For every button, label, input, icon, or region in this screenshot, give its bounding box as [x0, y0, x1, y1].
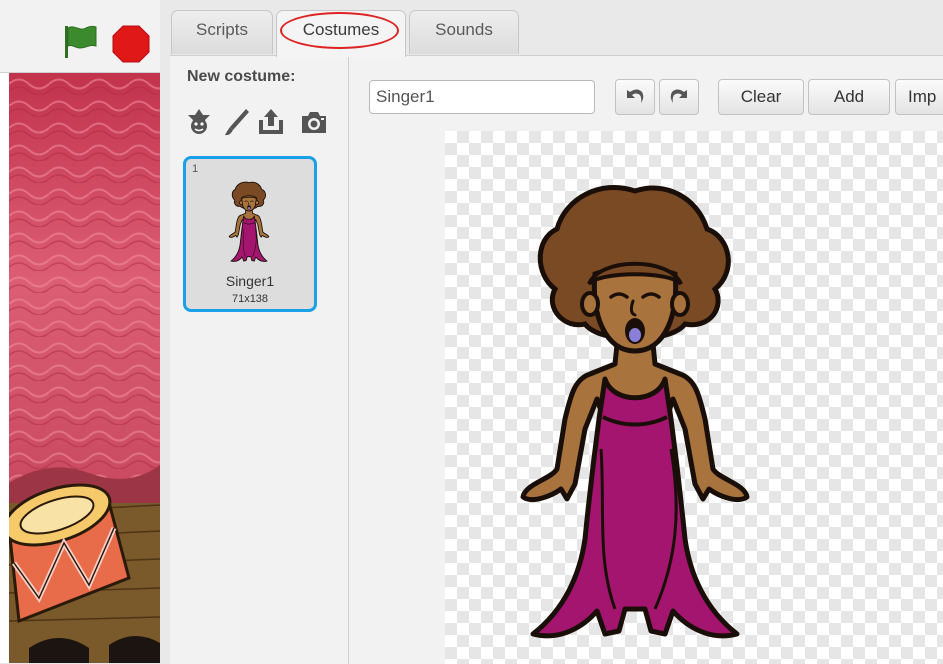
redo-button[interactable]: [659, 79, 699, 115]
redo-icon: [670, 89, 687, 103]
singer-thumbnail: [228, 181, 270, 262]
import-button[interactable]: Imp: [895, 79, 943, 115]
stage-toolbar: [0, 0, 160, 73]
singer-costume-image: [505, 179, 765, 647]
stop-sign-icon[interactable]: [112, 25, 150, 63]
clear-button[interactable]: Clear: [718, 79, 804, 115]
costume-item[interactable]: 1 Singer1 71x138: [183, 156, 317, 312]
paint-canvas[interactable]: [445, 131, 943, 664]
undo-button[interactable]: [615, 79, 655, 115]
choose-costume-from-library-icon[interactable]: [183, 106, 215, 138]
costume-name-field[interactable]: [369, 80, 595, 114]
tab-costumes[interactable]: Costumes: [276, 10, 406, 57]
new-costume-label: New costume:: [187, 68, 296, 85]
add-button[interactable]: Add: [808, 79, 890, 115]
costume-name-label: Singer1: [225, 273, 275, 289]
tab-scripts[interactable]: Scripts: [171, 10, 273, 54]
stage-panel: [0, 0, 160, 663]
paint-brush-icon[interactable]: [221, 106, 253, 138]
camera-icon[interactable]: [298, 106, 330, 138]
paint-editor: Clear Add Imp: [349, 55, 943, 664]
costume-list-panel: New costume: 1 Singer1 71x138: [170, 55, 349, 664]
costume-size-label: 71x138: [231, 293, 269, 305]
stage-canvas[interactable]: [9, 73, 160, 663]
green-flag-icon[interactable]: [62, 22, 98, 60]
upload-costume-icon[interactable]: [255, 106, 287, 138]
costume-number: 1: [192, 163, 199, 175]
tab-sounds[interactable]: Sounds: [409, 10, 519, 54]
undo-icon: [627, 89, 644, 103]
